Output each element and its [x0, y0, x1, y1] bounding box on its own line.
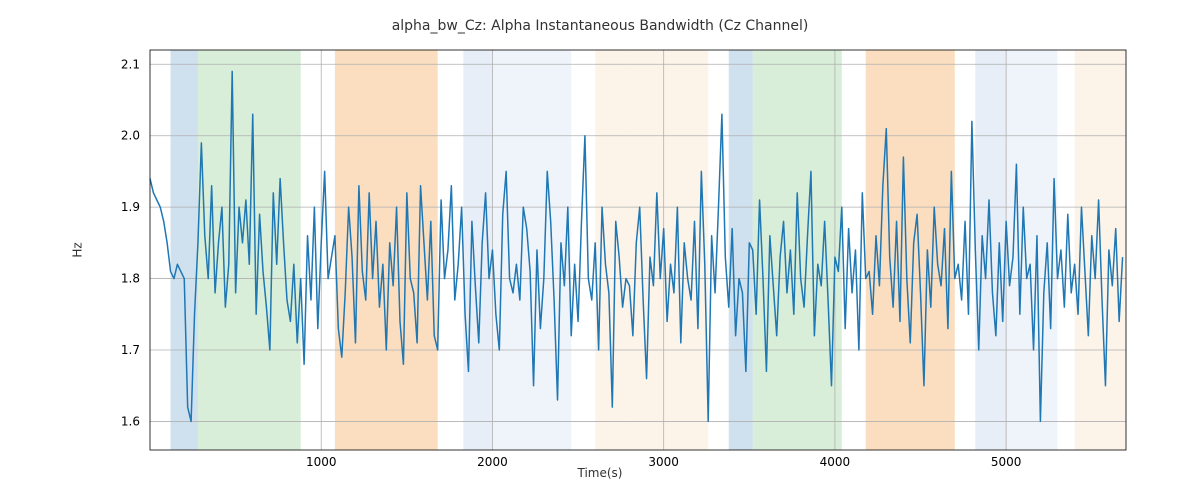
y-tick-label: 2.1	[121, 57, 140, 71]
y-axis-label-container: Hz	[70, 0, 85, 500]
y-tick-label: 1.7	[121, 343, 140, 357]
x-tick-label: 3000	[648, 455, 679, 469]
shaded-region	[753, 50, 842, 450]
y-tick-label: 1.9	[121, 200, 140, 214]
axes: 100020003000400050001.61.71.81.92.02.1	[150, 50, 1126, 450]
chart-title: alpha_bw_Cz: Alpha Instantaneous Bandwid…	[0, 18, 1200, 34]
x-tick-label: 5000	[991, 455, 1022, 469]
shaded-region	[335, 50, 438, 450]
y-tick-label: 1.6	[121, 414, 140, 428]
x-tick-label: 4000	[820, 455, 851, 469]
shaded-region	[866, 50, 955, 450]
y-tick-label: 1.8	[121, 272, 140, 286]
x-tick-label: 1000	[306, 455, 337, 469]
chart-svg: 100020003000400050001.61.71.81.92.02.1	[150, 50, 1126, 450]
y-axis-label: Hz	[71, 242, 85, 257]
y-tick-label: 2.0	[121, 129, 140, 143]
shaded-region	[171, 50, 198, 450]
shaded-region	[492, 50, 571, 450]
figure: alpha_bw_Cz: Alpha Instantaneous Bandwid…	[0, 0, 1200, 500]
x-tick-label: 2000	[477, 455, 508, 469]
